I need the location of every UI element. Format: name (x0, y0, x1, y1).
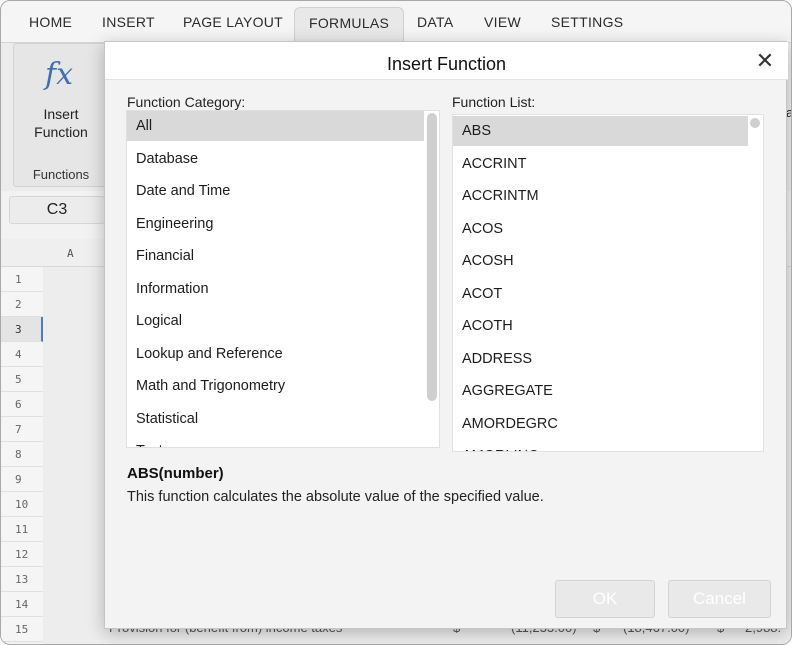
row-header[interactable]: 3 (1, 317, 43, 342)
row-header[interactable]: 5 (1, 367, 43, 392)
category-item[interactable]: Statistical (127, 404, 424, 434)
tab-settings[interactable]: SETTINGS (537, 7, 637, 43)
function-item[interactable]: ACOSH (453, 246, 748, 276)
function-item[interactable]: ADDRESS (453, 344, 748, 374)
name-box[interactable]: C3 (9, 196, 105, 224)
category-item[interactable]: Database (127, 144, 424, 174)
function-category-list[interactable]: Text StatisticalMath and TrigonometryLook… (126, 110, 440, 448)
category-item[interactable]: Logical (127, 306, 424, 336)
tab-view[interactable]: VIEW (470, 7, 535, 43)
function-item[interactable]: ACOTH (453, 311, 748, 341)
insert-function-dialog: Insert Function ✕ Function Category: Tex… (104, 41, 788, 629)
functions-group-label: Functions (32, 167, 90, 182)
function-list-label: Function List: (452, 94, 536, 110)
row-header[interactable]: 14 (1, 592, 43, 617)
tab-home[interactable]: HOME (15, 7, 86, 43)
function-item[interactable]: AMORLINC (453, 441, 748, 451)
fx-icon[interactable]: fx (45, 57, 73, 92)
dialog-titlebar: Insert Function ✕ (105, 42, 788, 80)
function-item[interactable]: ACOT (453, 279, 748, 309)
function-item[interactable]: ACCRINT (453, 149, 748, 179)
row-header[interactable]: 2 (1, 292, 43, 317)
function-item[interactable]: AGGREGATE (453, 376, 748, 406)
row-header[interactable]: 4 (1, 342, 43, 367)
category-item[interactable]: Text (127, 436, 424, 447)
ribbon-tab-bar: HOME INSERT PAGE LAYOUT FORMULAS DATA VI… (1, 1, 791, 43)
row-header[interactable]: 13 (1, 567, 43, 592)
insert-function-button[interactable]: Insert Function (21, 105, 101, 141)
category-item[interactable]: Date and Time (127, 176, 424, 206)
row-header[interactable]: 7 (1, 417, 43, 442)
tab-data[interactable]: DATA (403, 7, 467, 43)
row-header[interactable]: 8 (1, 442, 43, 467)
insert-function-label-line2: Function (34, 124, 88, 140)
function-signature: ABS(number) (127, 465, 224, 482)
insert-function-label-line1: Insert (43, 106, 79, 122)
tab-formulas[interactable]: FORMULAS (294, 7, 405, 43)
function-category-label: Function Category: (127, 94, 246, 110)
row-header[interactable]: 9 (1, 467, 43, 492)
function-item[interactable]: ABS (453, 116, 748, 146)
function-item[interactable]: ACCRINTM (453, 181, 748, 211)
category-item[interactable]: Information (127, 274, 424, 304)
row-header[interactable]: 6 (1, 392, 43, 417)
category-item[interactable]: All (127, 111, 424, 141)
function-item[interactable]: AMORDEGRC (453, 409, 748, 439)
row-header[interactable]: 10 (1, 492, 43, 517)
tab-page-layout[interactable]: PAGE LAYOUT (169, 7, 297, 43)
row-header[interactable]: 11 (1, 517, 43, 542)
ok-button[interactable]: OK (555, 580, 655, 618)
column-header-a[interactable]: A (67, 247, 74, 260)
function-item[interactable]: ACOS (453, 214, 748, 244)
category-item[interactable]: Lookup and Reference (127, 339, 424, 369)
category-item[interactable]: Financial (127, 241, 424, 271)
row-header[interactable]: 15 (1, 617, 43, 642)
function-scrollbar-thumb[interactable] (750, 118, 760, 128)
cancel-button[interactable]: Cancel (668, 580, 771, 618)
dialog-title: Insert Function (386, 54, 507, 74)
row-header[interactable]: 12 (1, 542, 43, 567)
row-header[interactable]: 1 (1, 267, 43, 292)
tab-insert[interactable]: INSERT (88, 7, 169, 43)
close-icon[interactable]: ✕ (751, 50, 779, 74)
category-item[interactable]: Math and Trigonometry (127, 371, 424, 401)
app-window: HOME INSERT PAGE LAYOUT FORMULAS DATA VI… (0, 0, 792, 645)
category-scrollbar-thumb[interactable] (427, 113, 437, 401)
function-description: This function calculates the absolute va… (127, 489, 544, 505)
function-list[interactable]: AMORLINCAMORDEGRCAGGREGATEADDRESSACOTHAC… (452, 114, 764, 452)
category-item[interactable]: Engineering (127, 209, 424, 239)
